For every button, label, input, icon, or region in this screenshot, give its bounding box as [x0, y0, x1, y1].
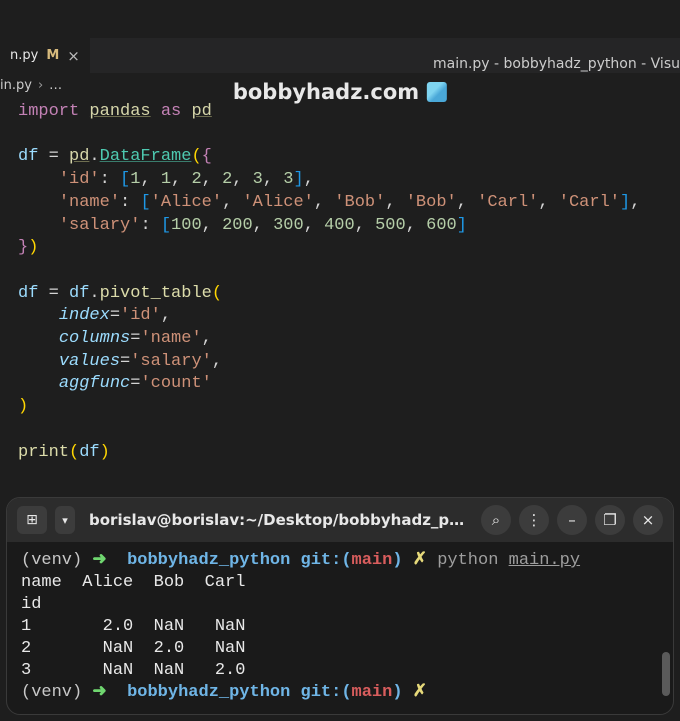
watermark-text: bobbyhadz.com — [233, 80, 419, 104]
variable: df — [18, 147, 38, 166]
dirty-icon: ✗ — [413, 551, 427, 570]
alias: pd — [191, 102, 211, 121]
breadcrumb-file: in.py — [0, 78, 32, 93]
module-name: pandas — [89, 102, 150, 121]
variable: df — [18, 284, 38, 303]
operator: = — [49, 147, 59, 166]
venv-indicator: (venv) — [21, 551, 82, 570]
search-button[interactable]: ⌕ — [481, 505, 511, 535]
terminal-window: ⊞ ▾ borislav@borislav:~/Desktop/bobbyhad… — [6, 497, 674, 715]
output-line: 3 NaN NaN 2.0 — [21, 661, 245, 680]
kwarg: columns — [59, 329, 130, 348]
output-line: 1 2.0 NaN NaN — [21, 617, 245, 636]
tab-dropdown-button[interactable]: ▾ — [55, 506, 75, 534]
keyword: as — [161, 102, 181, 121]
variable: df — [69, 284, 89, 303]
git-label: git: — [301, 551, 342, 570]
maximize-button[interactable]: ❐ — [595, 505, 625, 535]
tab-main-py[interactable]: n.py M × — [0, 38, 90, 73]
string: 'salary' — [59, 216, 141, 235]
minimize-button[interactable]: – — [557, 505, 587, 535]
menu-button[interactable]: ⋮ — [519, 505, 549, 535]
string: 'name' — [59, 193, 120, 212]
terminal-body[interactable]: (venv) ➜ bobbyhadz_python git:(main) ✗ p… — [7, 542, 673, 714]
tab-filename: n.py — [10, 48, 38, 63]
close-tab-icon[interactable]: × — [67, 47, 80, 65]
cube-icon — [427, 82, 447, 102]
output-line: 2 NaN 2.0 NaN — [21, 639, 245, 658]
output-line: name Alice Bob Carl — [21, 573, 245, 592]
module-ref: pd — [69, 147, 89, 166]
string: 'id' — [59, 170, 100, 189]
kwarg: index — [59, 306, 110, 325]
dot: . — [89, 147, 99, 166]
paren: ( — [191, 147, 201, 166]
keyword: import — [18, 102, 79, 121]
terminal-title: borislav@borislav:~/Desktop/bobbyhadz_py… — [83, 511, 473, 529]
window-title: main.py - bobbyhadz_python - Visu — [433, 56, 680, 72]
command: python — [437, 551, 498, 570]
new-tab-button[interactable]: ⊞ — [17, 506, 47, 534]
terminal-titlebar: ⊞ ▾ borislav@borislav:~/Desktop/bobbyhad… — [7, 498, 673, 542]
prompt-arrow-icon: ➜ — [92, 551, 106, 570]
chevron-right-icon: › — [38, 78, 43, 93]
breadcrumb-more: … — [49, 78, 62, 93]
function: print — [18, 443, 69, 462]
brace: { — [202, 147, 212, 166]
command-arg: main.py — [509, 551, 580, 570]
git-branch: main — [352, 551, 393, 570]
close-button[interactable]: × — [633, 505, 663, 535]
watermark: bobbyhadz.com — [233, 80, 447, 104]
operator: = — [49, 284, 59, 303]
output-line: id — [21, 595, 245, 614]
kwarg: aggfunc — [59, 374, 130, 393]
tab-modified-indicator: M — [46, 48, 59, 63]
code-editor[interactable]: import pandas as pd df = pd.DataFrame({ … — [0, 99, 680, 466]
scrollbar[interactable] — [662, 652, 670, 696]
cwd: bobbyhadz_python — [127, 551, 290, 570]
class-name: DataFrame — [100, 147, 192, 166]
kwarg: values — [59, 352, 120, 371]
method: pivot_table — [100, 284, 212, 303]
